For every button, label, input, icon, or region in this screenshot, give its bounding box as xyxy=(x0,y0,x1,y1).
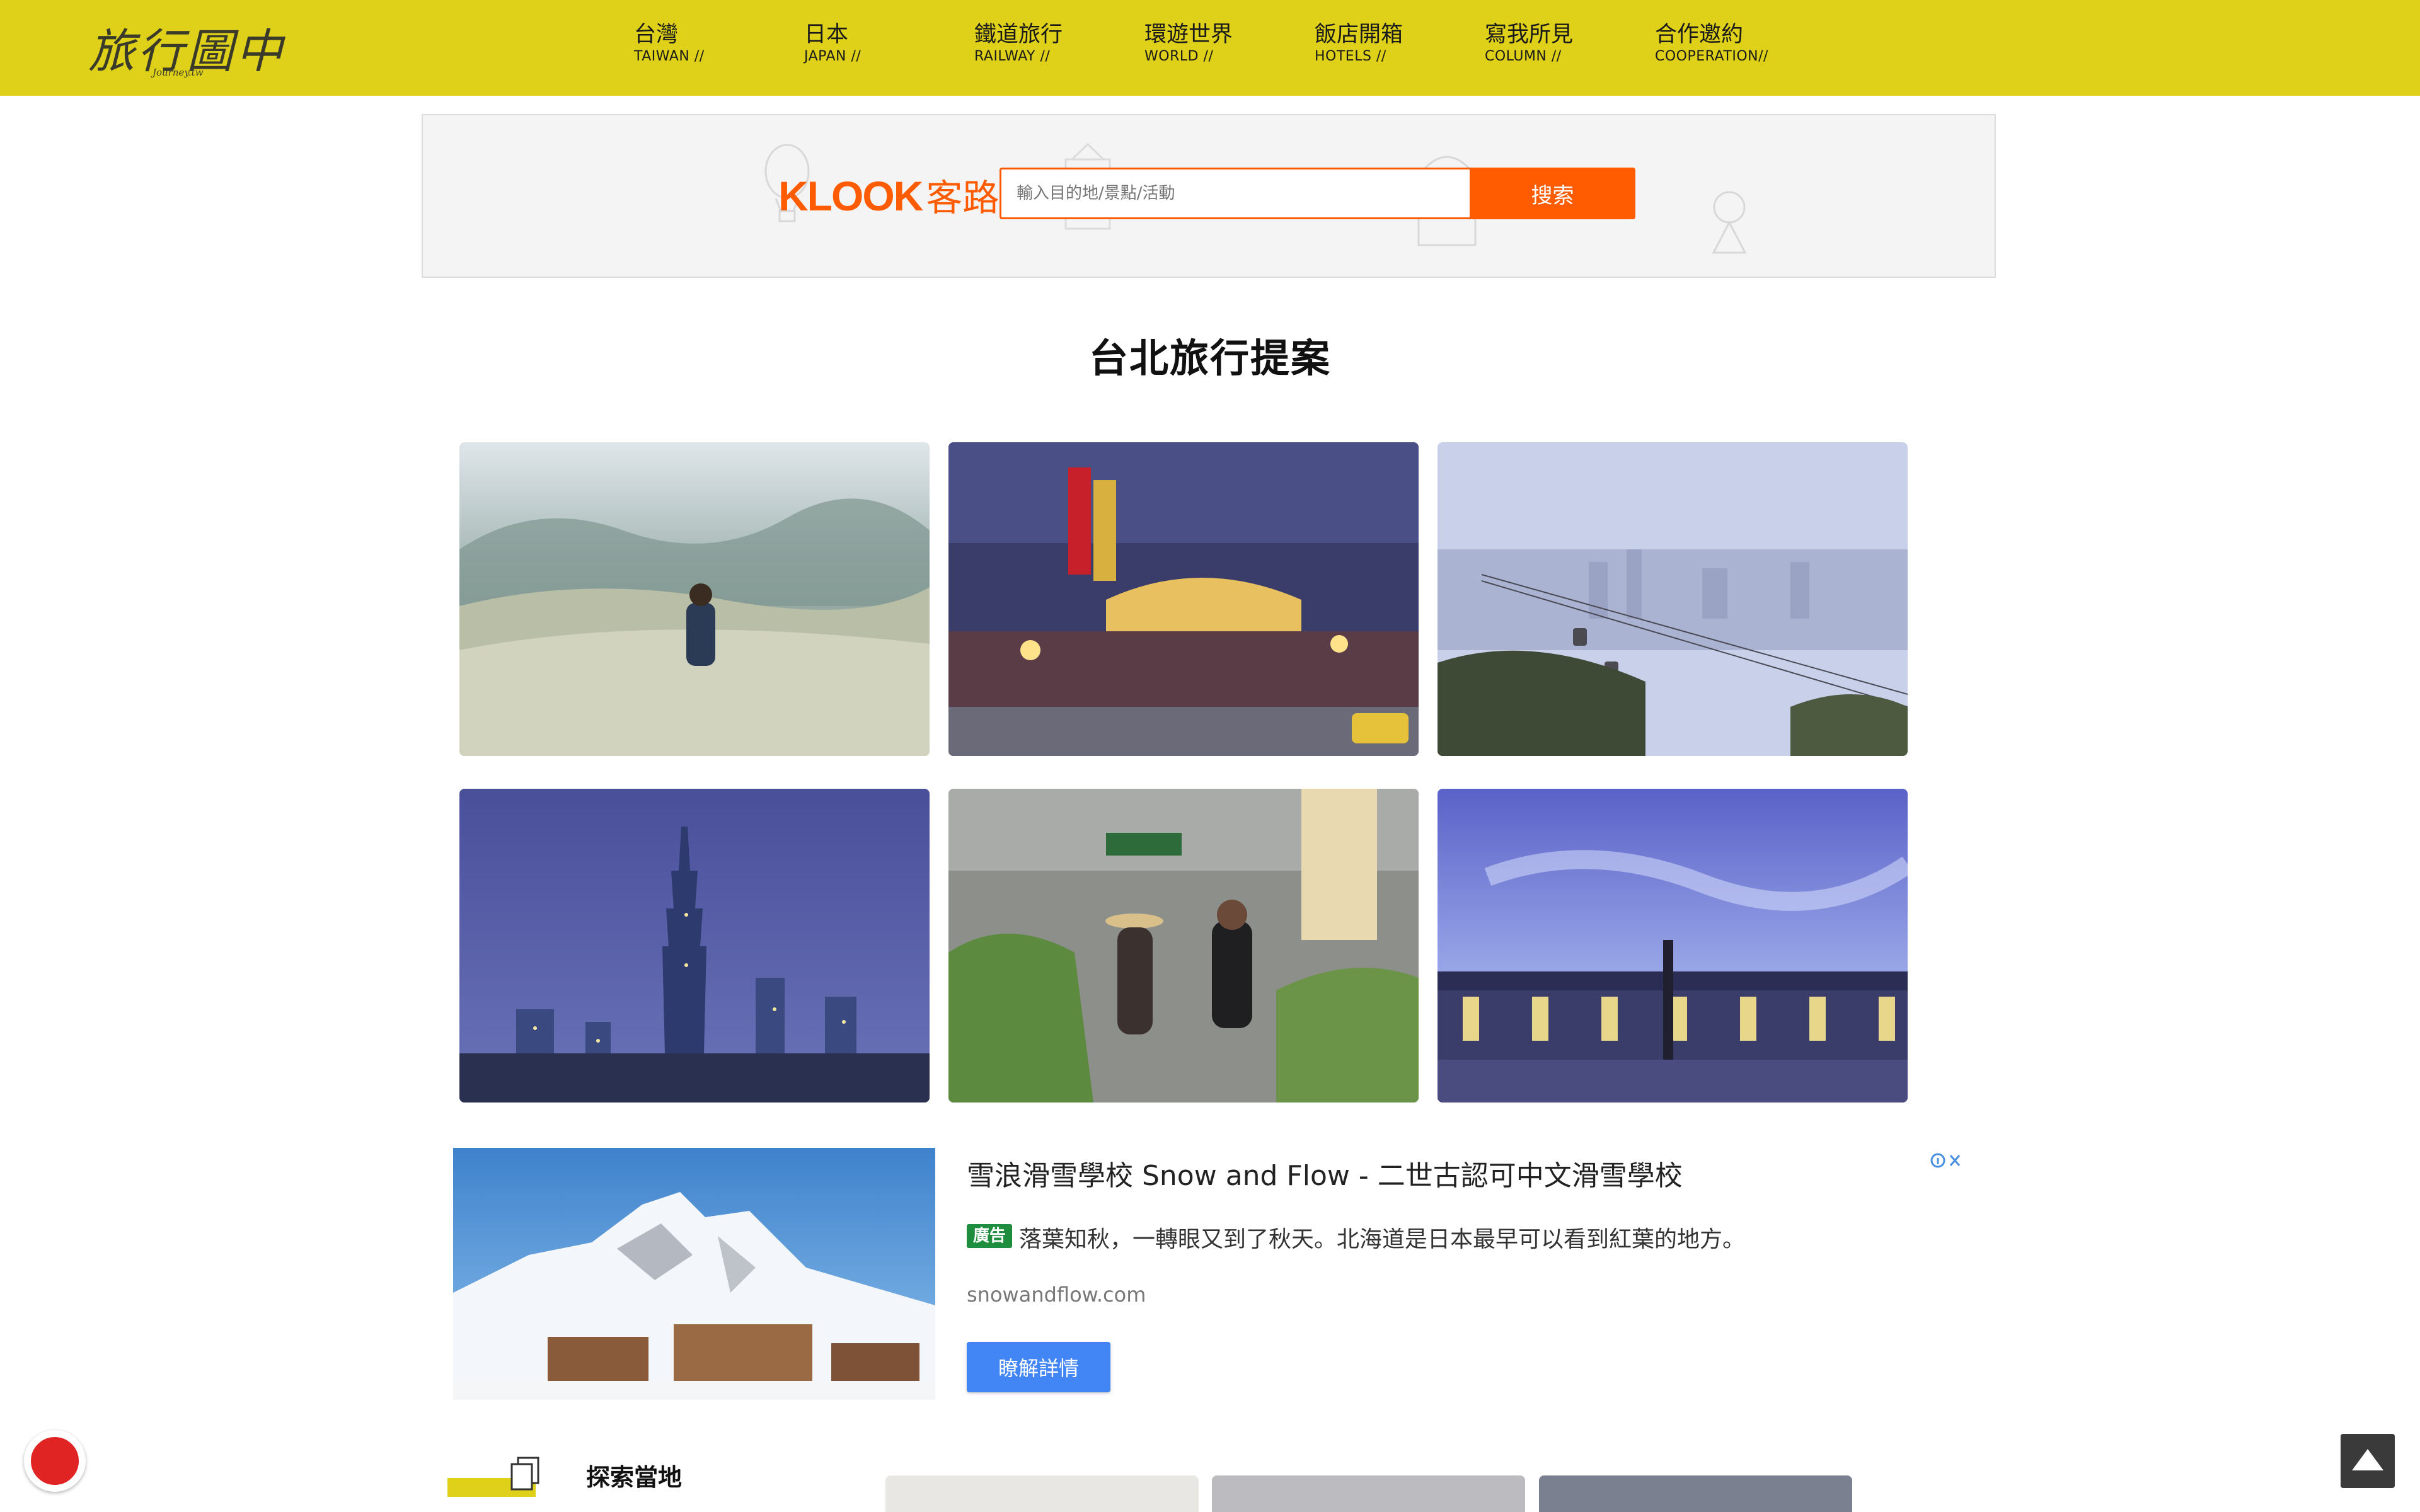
arrow-up-icon xyxy=(2352,1449,2383,1470)
photo-card-grass[interactable] xyxy=(459,442,930,756)
explore-thumb[interactable] xyxy=(885,1475,1199,1512)
photo-card-night-market[interactable] xyxy=(948,442,1419,756)
nav-world[interactable]: 環遊世界 WORLD // xyxy=(1144,21,1233,72)
nav-cooperation[interactable]: 合作邀約 COOPERATION// xyxy=(1655,21,1768,72)
ad-badge: 廣告 xyxy=(967,1224,1012,1248)
explore-thumb[interactable] xyxy=(1539,1475,1852,1512)
klook-search-button[interactable]: 搜索 xyxy=(1470,168,1635,219)
nav-label-en: COLUMN // xyxy=(1485,49,1562,64)
ad-unit: 雪浪滑雪學校 Snow and Flow - 二世古認可中文滑雪學校 廣告 落葉… xyxy=(453,1148,1966,1400)
nav-label-zh: 日本 xyxy=(804,22,849,47)
section-title: 台北旅行提案 xyxy=(1088,335,1331,381)
photo-card-twilight[interactable] xyxy=(1438,789,1908,1102)
photo-market-image xyxy=(948,789,1419,1102)
ad-description: 落葉知秋，一轉眼又到了秋天。北海道是日本最早可以看到紅葉的地方。 xyxy=(1019,1227,1746,1252)
photo-grass-image xyxy=(459,442,930,756)
nav-label-zh: 台灣 xyxy=(634,22,679,47)
nav-label-zh: 飯店開箱 xyxy=(1315,22,1403,47)
nav-japan[interactable]: 日本 JAPAN // xyxy=(804,21,861,72)
photo-card-gondola[interactable] xyxy=(1438,442,1908,756)
nav-label-en: HOTELS // xyxy=(1315,49,1386,64)
klook-logo[interactable]: KLOOK 客路 xyxy=(778,168,999,219)
nav-hotels[interactable]: 飯店開箱 HOTELS // xyxy=(1315,21,1403,72)
nav-column[interactable]: 寫我所見 COLUMN // xyxy=(1485,21,1573,72)
lighthouse-decoration-icon xyxy=(1712,191,1747,254)
ad-image[interactable] xyxy=(453,1148,935,1400)
nav-railway[interactable]: 鐵道旅行 RAILWAY // xyxy=(974,21,1063,72)
photo-gondola-image xyxy=(1438,442,1908,756)
back-to-top-button[interactable] xyxy=(2341,1434,2395,1488)
logo-subtitle: Journey.tw xyxy=(153,67,204,78)
nav-taiwan[interactable]: 台灣 TAIWAN // xyxy=(634,21,705,72)
klook-search-input[interactable] xyxy=(1000,168,1495,219)
nav-label-zh: 寫我所見 xyxy=(1485,22,1574,47)
nav-label-zh: 鐵道旅行 xyxy=(974,22,1063,47)
ad-url[interactable]: snowandflow.com xyxy=(967,1283,1146,1307)
nav-label-zh: 合作邀約 xyxy=(1655,22,1744,47)
notification-badge xyxy=(29,1435,81,1487)
ad-mountain-image xyxy=(453,1148,935,1400)
nav-label-zh: 環遊世界 xyxy=(1144,22,1233,47)
ad-choices-icon[interactable] xyxy=(1928,1148,1966,1173)
photo-card-market[interactable] xyxy=(948,789,1419,1102)
nav-label-en: RAILWAY // xyxy=(974,49,1051,64)
nav-label-en: WORLD // xyxy=(1144,49,1214,64)
ad-title[interactable]: 雪浪滑雪學校 Snow and Flow - 二世古認可中文滑雪學校 xyxy=(967,1153,1683,1193)
explore-title: 探索當地 xyxy=(586,1463,683,1491)
nav-label-en: TAIWAN // xyxy=(634,49,705,64)
nav-label-en: JAPAN // xyxy=(804,49,861,64)
site-logo[interactable]: 旅行圖中 Journey.tw xyxy=(88,14,282,83)
klook-search-banner: KLOOK客路 搜索 xyxy=(422,114,1996,278)
photo-card-taipei-101[interactable] xyxy=(459,789,930,1102)
site-header: 旅行圖中 Journey.tw 台灣 TAIWAN // 日本 JAPAN //… xyxy=(0,0,2420,96)
pages-icon xyxy=(510,1457,539,1491)
explore-thumb[interactable] xyxy=(1212,1475,1525,1512)
nav-label-en: COOPERATION// xyxy=(1655,49,1768,64)
klook-wordmark: KLOOK xyxy=(778,173,923,219)
photo-twilight-image xyxy=(1438,789,1908,1102)
ad-learn-more-button[interactable]: 瞭解詳情 xyxy=(967,1342,1110,1392)
notification-bell-button[interactable] xyxy=(24,1430,86,1492)
photo-night-market-image xyxy=(948,442,1419,756)
klook-wordmark-zh: 客路 xyxy=(926,176,1000,219)
photo-taipei-101-image xyxy=(459,789,930,1102)
